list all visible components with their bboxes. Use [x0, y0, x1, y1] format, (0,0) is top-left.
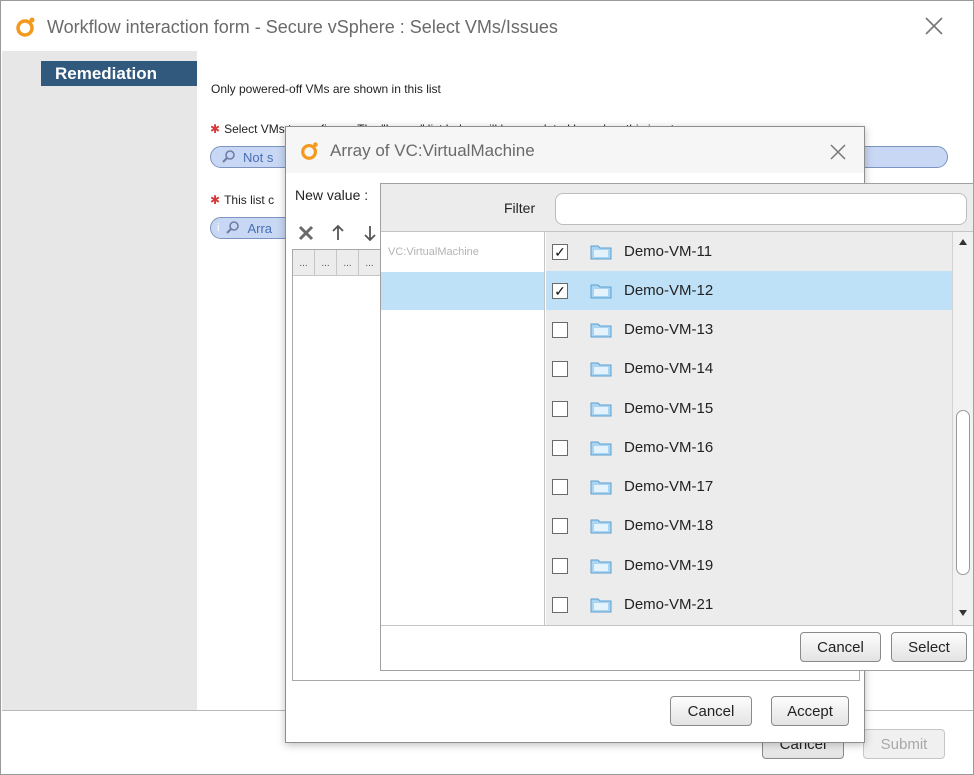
required-star-icon: ✱ [210, 193, 221, 207]
filter-input[interactable] [555, 193, 967, 225]
header-cell: ... [293, 250, 315, 276]
vm-name: Demo-VM-11 [624, 243, 713, 260]
new-value-label: New value : [295, 187, 369, 203]
filter-label: Filter [504, 200, 536, 216]
info-text: Only powered-off VMs are shown in this l… [211, 82, 441, 96]
section-tab-remediation[interactable]: Remediation [41, 61, 197, 86]
vm-checkbox[interactable] [552, 321, 568, 338]
vm-list-scrollbar[interactable] [952, 232, 973, 625]
info-icon: i [217, 222, 220, 234]
select-button[interactable]: Select [891, 632, 967, 662]
vm-name: Demo-VM-19 [624, 557, 714, 574]
window-title-bar: Workflow interaction form - Secure vSphe… [15, 14, 558, 40]
vm-name: Demo-VM-15 [624, 400, 714, 417]
vm-list-item[interactable]: Demo-VM-19 [546, 546, 952, 585]
vm-name: Demo-VM-17 [624, 478, 714, 495]
orchestrator-logo-icon [16, 17, 35, 37]
vm-list-item[interactable]: Demo-VM-13 [546, 310, 952, 349]
vm-checkbox[interactable] [552, 557, 568, 574]
window-title: Workflow interaction form - Secure vSphe… [47, 16, 558, 37]
sections-sidebar [2, 51, 197, 711]
vm-list-item[interactable]: Demo-VM-17 [546, 467, 952, 506]
field2-label: ✱ This list c [210, 193, 274, 207]
folder-icon [590, 245, 612, 259]
folder-icon [590, 441, 612, 455]
folder-icon [590, 284, 612, 298]
folder-icon [590, 598, 612, 612]
vm-list[interactable]: ✓ Demo-VM-11 ✓ Demo-VM-12 Demo-VM-13 Dem… [546, 232, 952, 625]
folder-icon [590, 402, 612, 416]
vm-checkbox[interactable]: ✓ [552, 243, 568, 260]
vm-list-item[interactable]: Demo-VM-14 [546, 349, 952, 388]
vm-chooser-popup: Filter VC:VirtualMachine ✓ Demo-VM-11 ✓ … [380, 183, 974, 671]
vm-checkbox[interactable] [552, 517, 568, 534]
vm-checkbox[interactable]: ✓ [552, 282, 568, 299]
filter-bar: Filter [381, 184, 973, 232]
chooser-cancel-button[interactable]: Cancel [800, 632, 881, 662]
issues-array-value: Arra [247, 220, 273, 236]
folder-icon [590, 559, 612, 573]
folder-icon [590, 480, 612, 494]
vm-list-item[interactable]: Demo-VM-15 [546, 389, 952, 428]
close-icon[interactable] [828, 142, 848, 162]
array-cancel-button[interactable]: Cancel [670, 696, 752, 726]
vm-name: Demo-VM-14 [624, 360, 714, 377]
vm-list-item[interactable]: Demo-VM-21 [546, 585, 952, 624]
search-icon [222, 150, 235, 163]
required-star-icon: ✱ [210, 122, 221, 136]
accept-button[interactable]: Accept [771, 696, 849, 726]
search-icon [226, 221, 240, 234]
header-cell: ... [359, 250, 381, 276]
arrow-up-icon[interactable] [328, 223, 348, 243]
vm-list-item[interactable]: ✓ Demo-VM-12 [546, 271, 952, 310]
array-dialog-title-bar: Array of VC:VirtualMachine [300, 141, 535, 161]
scroll-thumb[interactable] [956, 410, 970, 575]
folder-icon [590, 323, 612, 337]
scroll-down-icon[interactable] [957, 607, 969, 619]
tree-selection-highlight [381, 272, 544, 310]
vm-checkbox[interactable] [552, 478, 568, 495]
orchestrator-logo-icon [301, 142, 318, 160]
vm-checkbox[interactable] [552, 360, 568, 377]
close-icon[interactable] [923, 15, 945, 37]
vm-name: Demo-VM-12 [624, 282, 714, 299]
vm-checkbox[interactable] [552, 439, 568, 456]
folder-icon [590, 519, 612, 533]
vm-list-item[interactable]: ✓ Demo-VM-11 [546, 232, 952, 271]
header-cell: ... [337, 250, 359, 276]
vm-checkbox[interactable] [552, 596, 568, 613]
vm-checkbox[interactable] [552, 400, 568, 417]
delete-icon[interactable] [296, 223, 316, 243]
vm-selector-value: Not s [243, 149, 274, 165]
vm-name: Demo-VM-18 [624, 517, 714, 534]
submit-button[interactable]: Submit [863, 729, 945, 759]
vm-name: Demo-VM-21 [624, 596, 714, 613]
folder-icon [590, 362, 612, 376]
array-dialog-title: Array of VC:VirtualMachine [330, 141, 535, 160]
vm-name: Demo-VM-16 [624, 439, 714, 456]
vm-name: Demo-VM-13 [624, 321, 714, 338]
header-cell: ... [315, 250, 337, 276]
chooser-footer: Cancel Select [381, 625, 973, 670]
arrow-down-icon[interactable] [360, 223, 380, 243]
vm-list-item[interactable]: Demo-VM-16 [546, 428, 952, 467]
tree-root-item[interactable]: VC:VirtualMachine [388, 246, 479, 258]
field2-label-text: This list c [224, 193, 275, 207]
vm-list-item[interactable]: Demo-VM-18 [546, 506, 952, 545]
scroll-up-icon[interactable] [957, 236, 969, 248]
